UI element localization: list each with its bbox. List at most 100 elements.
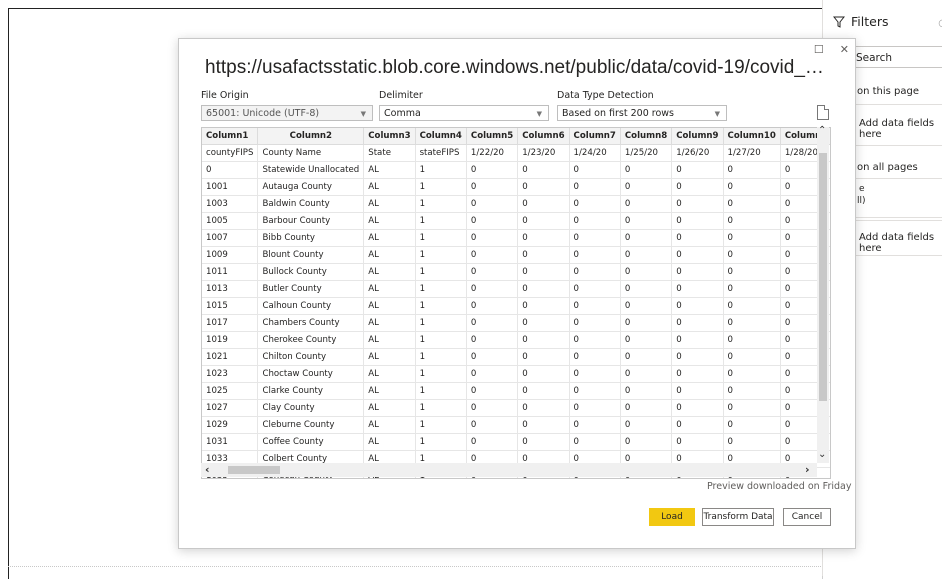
table-cell: 0 — [620, 365, 673, 383]
column-header[interactable]: Column9 — [671, 128, 724, 145]
table-cell: 0 — [517, 195, 570, 213]
horizontal-scroll-thumb[interactable] — [228, 466, 280, 474]
column-header[interactable]: Column5 — [466, 128, 519, 145]
table-cell: 0 — [517, 433, 570, 451]
maximize-icon[interactable]: ☐ — [814, 43, 824, 56]
horizontal-scrollbar[interactable]: ‹ › — [201, 463, 817, 477]
table-cell: 1023 — [202, 365, 259, 383]
table-cell: 0 — [569, 263, 621, 281]
table-cell: 0 — [671, 280, 724, 298]
table-cell: 0 — [569, 416, 621, 434]
table-cell: 0 — [671, 297, 724, 315]
table-cell: 1/27/20 — [723, 144, 781, 162]
data-type-detection-select[interactable]: Based on first 200 rows ▼ — [557, 105, 727, 121]
table-cell: 0 — [620, 382, 673, 400]
table-cell: 0 — [569, 212, 621, 230]
table-cell: 1 — [415, 433, 467, 451]
table-cell: 1013 — [202, 280, 259, 298]
column-header[interactable]: Column6 — [517, 128, 570, 145]
table-cell: County Name — [257, 144, 365, 162]
table-cell: 1007 — [202, 229, 259, 247]
table-cell: 0 — [620, 263, 673, 281]
table-cell: 1011 — [202, 263, 259, 281]
filters-search-input[interactable]: Search — [849, 46, 942, 68]
table-cell: 0 — [671, 212, 724, 230]
table-cell: 0 — [517, 178, 570, 196]
table-cell: 1029 — [202, 416, 259, 434]
cancel-button[interactable]: Cancel — [783, 508, 831, 526]
preview-downloaded-note: Preview downloaded on Friday — [707, 481, 852, 492]
table-cell: 0 — [620, 229, 673, 247]
table-cell: AL — [363, 399, 416, 417]
table-cell: 0 — [671, 331, 724, 349]
edit-settings-icon[interactable] — [817, 105, 829, 120]
column-header[interactable]: Column10 — [723, 128, 781, 145]
chevron-down-icon[interactable]: ⌄ — [818, 449, 826, 460]
close-icon[interactable]: ✕ — [840, 43, 849, 56]
filters-title: Filters — [851, 14, 889, 29]
chevron-left-icon[interactable]: ‹ — [205, 463, 210, 476]
chevron-right-icon[interactable]: › — [805, 463, 810, 476]
column-header[interactable]: Column2 — [257, 128, 365, 145]
vertical-scrollbar[interactable]: ⌃ ⌄ — [817, 125, 829, 463]
delimiter-label: Delimiter — [379, 90, 423, 101]
table-cell: AL — [363, 178, 416, 196]
data-type-detection-label: Data Type Detection — [557, 90, 654, 101]
table-cell: 0 — [569, 399, 621, 417]
table-cell: AL — [363, 161, 416, 179]
table-cell: 0 — [466, 246, 519, 264]
table-cell: 0 — [569, 433, 621, 451]
delimiter-select[interactable]: Comma ▼ — [379, 105, 549, 121]
file-origin-select[interactable]: 65001: Unicode (UTF-8) ▼ — [201, 105, 373, 121]
table-cell: 0 — [620, 212, 673, 230]
table-cell: 0 — [569, 229, 621, 247]
table-cell: 0 — [723, 263, 781, 281]
chevron-down-icon: ▼ — [714, 110, 720, 118]
table-cell: 1025 — [202, 382, 259, 400]
add-fields-all-pages: Add data fields here — [859, 232, 935, 254]
table-cell: 0 — [620, 161, 673, 179]
table-cell: Baldwin County — [257, 195, 365, 213]
table-cell: 0 — [569, 280, 621, 298]
table-cell: 1 — [415, 416, 467, 434]
chevron-up-icon[interactable]: ⌃ — [818, 125, 826, 136]
table-cell: 0 — [723, 416, 781, 434]
column-header[interactable]: Column3 — [363, 128, 416, 145]
table-row: 1003 Baldwin County AL 1 0 0 0 0 0 0 0 — [202, 195, 830, 213]
column-header[interactable]: Column1 — [202, 128, 259, 145]
table-row: 1031 Coffee County AL 1 0 0 0 0 0 0 0 — [202, 433, 830, 451]
table-cell: Butler County — [257, 280, 365, 298]
canvas-page-edge — [8, 566, 821, 567]
table-cell: 1017 — [202, 314, 259, 332]
table-cell: 0 — [517, 280, 570, 298]
table-cell: 1001 — [202, 178, 259, 196]
table-cell: 0 — [517, 212, 570, 230]
table-cell: 1003 — [202, 195, 259, 213]
table-cell: 1 — [415, 365, 467, 383]
table-row: 1029 Cleburne County AL 1 0 0 0 0 0 0 0 — [202, 416, 830, 434]
table-cell: 1 — [415, 382, 467, 400]
table-cell: 0 — [620, 314, 673, 332]
table-cell: 0 — [723, 212, 781, 230]
table-cell: 0 — [671, 416, 724, 434]
table-cell: 1 — [415, 263, 467, 281]
table-cell: 1 — [415, 246, 467, 264]
table-cell: Calhoun County — [257, 297, 365, 315]
column-header[interactable]: Column4 — [415, 128, 467, 145]
load-button[interactable]: Load — [649, 508, 695, 526]
table-cell: 0 — [569, 195, 621, 213]
table-cell: 0 — [466, 178, 519, 196]
vertical-scroll-thumb[interactable] — [819, 153, 827, 401]
transform-data-button[interactable]: Transform Data — [702, 508, 774, 526]
table-cell: 0 — [517, 297, 570, 315]
table-cell: 0 — [569, 365, 621, 383]
dialog-title: https://usafactsstatic.blob.core.windows… — [205, 57, 829, 78]
table-cell: 0 — [569, 161, 621, 179]
column-header[interactable]: Column7 — [569, 128, 621, 145]
eye-icon[interactable]: ◔ — [938, 18, 942, 29]
filters-header[interactable]: Filters — [833, 14, 888, 29]
table-cell: 0 — [671, 314, 724, 332]
table-cell: 0 — [517, 382, 570, 400]
column-header[interactable]: Column8 — [620, 128, 673, 145]
table-row: 1015 Calhoun County AL 1 0 0 0 0 0 0 0 — [202, 297, 830, 315]
